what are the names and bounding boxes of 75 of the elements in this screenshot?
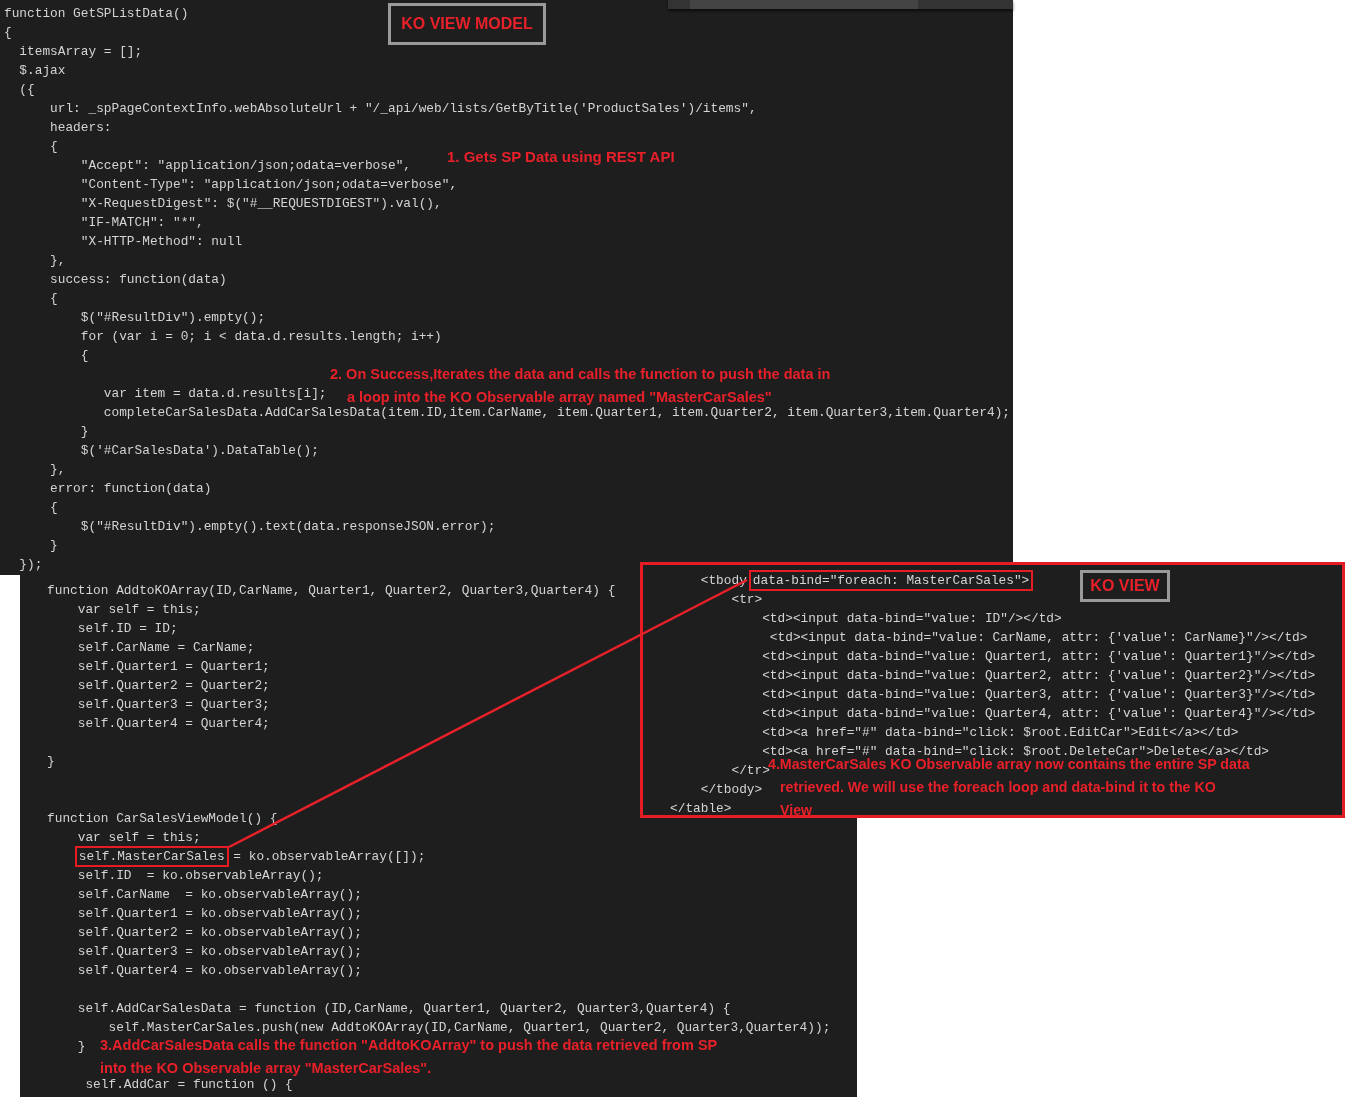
code-line: </tr> bbox=[730, 763, 770, 778]
code-line: self.Quarter2 = ko.observableArray(); bbox=[76, 925, 362, 940]
code-line: error: function(data) bbox=[49, 481, 212, 496]
code-line: self.Quarter4 = ko.observableArray(); bbox=[76, 963, 362, 978]
code-line: } bbox=[79, 424, 89, 439]
code-line: self.Quarter2 = Quarter2; bbox=[76, 678, 270, 693]
code-line: var self = this; bbox=[76, 602, 201, 617]
annotation-text: 2. On Success,Iterates the data and calls the function to push the data in bbox=[330, 365, 831, 384]
code-line: self.Quarter3 = ko.observableArray(); bbox=[76, 944, 362, 959]
code-line: <td><a href="#" data-bind="click: $root.EditCar">Edit</a></td> bbox=[761, 725, 1239, 740]
code-line: ({ bbox=[18, 82, 35, 97]
code-line: self.AddCarSalesData = function (ID,CarName, Quarter1, Quarter2, Quarter3,Quarter4) { bbox=[76, 1001, 731, 1016]
code-line: <td><input data-bind="value: ID"/></td> bbox=[761, 611, 1062, 626]
highlighted-code: data-bind="foreach: MasterCarSales"> bbox=[751, 573, 1031, 588]
code-line: self.ID = ID; bbox=[76, 621, 178, 636]
code-line: self.Quarter4 = Quarter4; bbox=[76, 716, 270, 731]
code-line: function GetSPListData() bbox=[4, 6, 189, 21]
code-line: $("#ResultDiv").empty(); bbox=[79, 310, 266, 325]
code-line: "IF-MATCH": "*", bbox=[79, 215, 204, 230]
annotation-text: 1. Gets SP Data using REST API bbox=[447, 147, 675, 167]
code-line: itemsArray = []; bbox=[18, 44, 143, 59]
annotation-text: 3.AddCarSalesData calls the function "AddtoKOArray" to push the data retrieved from SP bbox=[100, 1036, 718, 1055]
annotation-text: 4.MasterCarSales KO Observable array now contains the entire SP data bbox=[768, 756, 1250, 772]
code-line: "X-RequestDigest": $("#__REQUESTDIGEST").val(), bbox=[79, 196, 442, 211]
code-line: var item = data.d.results[i]; bbox=[102, 386, 327, 401]
code-line: <td><a href="#" data-bind="click: $root.DeleteCar">Delete</a></td> bbox=[761, 744, 1270, 759]
code-line: self.Quarter3 = Quarter3; bbox=[76, 697, 270, 712]
code-line: { bbox=[49, 291, 58, 306]
code-line: </tbody> bbox=[699, 782, 763, 797]
code-text: <tbody bbox=[699, 573, 747, 588]
code-line: self.Quarter1 = ko.observableArray(); bbox=[76, 906, 362, 921]
code-line: var self = this; bbox=[76, 830, 201, 845]
code-line: <td><input data-bind="value: Quarter2, attr: {'value': Quarter2}"/></td> bbox=[761, 668, 1316, 683]
code-line: <td><input data-bind="value: Quarter4, attr: {'value': Quarter4}"/></td> bbox=[761, 706, 1316, 721]
code-line: "X-HTTP-Method": null bbox=[79, 234, 243, 249]
code-line: </table> bbox=[669, 801, 732, 816]
code-line: <td><input data-bind="value: Quarter3, attr: {'value': Quarter3}"/></td> bbox=[761, 687, 1316, 702]
section-label: KO VIEW MODEL bbox=[388, 3, 546, 45]
code-line: "Content-Type": "application/json;odata=verbose", bbox=[79, 177, 458, 192]
annotation-text: retrieved. We will use the foreach loop and data-bind it to the KO bbox=[780, 778, 1216, 797]
code-line: { bbox=[4, 25, 12, 40]
code-line: self.ID = ko.observableArray(); bbox=[76, 868, 324, 883]
annotation-text: into the KO Observable array "MasterCarSales". bbox=[100, 1059, 432, 1078]
code-line: "Accept": "application/json;odata=verbose", bbox=[79, 158, 411, 173]
code-line: self.CarName = ko.observableArray(); bbox=[76, 887, 362, 902]
code-line: self.MasterCarSales.push(new AddtoKOArray(ID,CarName, Quarter1, Quarter2, Quarter3,Quarter4)); bbox=[107, 1020, 831, 1035]
code-line: function AddtoKOArray(ID,CarName, Quarter1, Quarter2, Quarter3,Quarter4) { bbox=[46, 583, 616, 598]
code-line: }, bbox=[49, 253, 66, 268]
code-line: } bbox=[49, 538, 58, 553]
code-line: } bbox=[46, 754, 55, 769]
code-line: <tr> bbox=[730, 592, 763, 607]
code-line: <td><input data-bind="value: Quarter1, attr: {'value': Quarter1}"/></td> bbox=[761, 649, 1316, 664]
code-line: headers: bbox=[49, 120, 112, 135]
section-label: KO VIEW bbox=[1080, 570, 1170, 602]
code-line: }); bbox=[18, 557, 43, 572]
code-line: <td><input data-bind="value: CarName, attr: {'value': CarName}"/></td> bbox=[768, 630, 1308, 645]
code-line: self.CarName = CarName; bbox=[76, 640, 255, 655]
code-line: $.ajax bbox=[18, 63, 66, 78]
code-line: $('#CarSalesData').DataTable(); bbox=[79, 443, 319, 458]
code-text: = ko.observableArray([]); bbox=[232, 849, 426, 864]
code-line: }, bbox=[49, 462, 66, 477]
code-line: self.Quarter1 = Quarter1; bbox=[76, 659, 270, 674]
code-line: $("#ResultDiv").empty().text(data.responseJSON.error); bbox=[79, 519, 496, 534]
annotation-text: View bbox=[780, 801, 813, 820]
code-line: { bbox=[49, 500, 58, 515]
code-line: completeCarSalesData.AddCarSalesData(item.ID,item.CarName, item.Quarter1, item.Quarter2, item.Quarter3,item.Quarter4); bbox=[102, 405, 1010, 420]
code-line: url: _spPageContextInfo.webAbsoluteUrl + "/_api/web/lists/GetByTitle('ProductSales')/items", bbox=[49, 101, 757, 116]
code-line: { bbox=[79, 348, 89, 363]
highlighted-code: self.MasterCarSales bbox=[77, 849, 226, 864]
code-line: for (var i = 0; i < data.d.results.length; i++) bbox=[79, 329, 442, 344]
code-line: } bbox=[76, 1039, 86, 1054]
code-line: self.AddCar = function () { bbox=[84, 1077, 293, 1092]
annotation-text: a loop into the KO Observable array named "MasterCarSales" bbox=[347, 388, 772, 407]
code-line: success: function(data) bbox=[49, 272, 227, 287]
code-line: { bbox=[49, 139, 58, 154]
